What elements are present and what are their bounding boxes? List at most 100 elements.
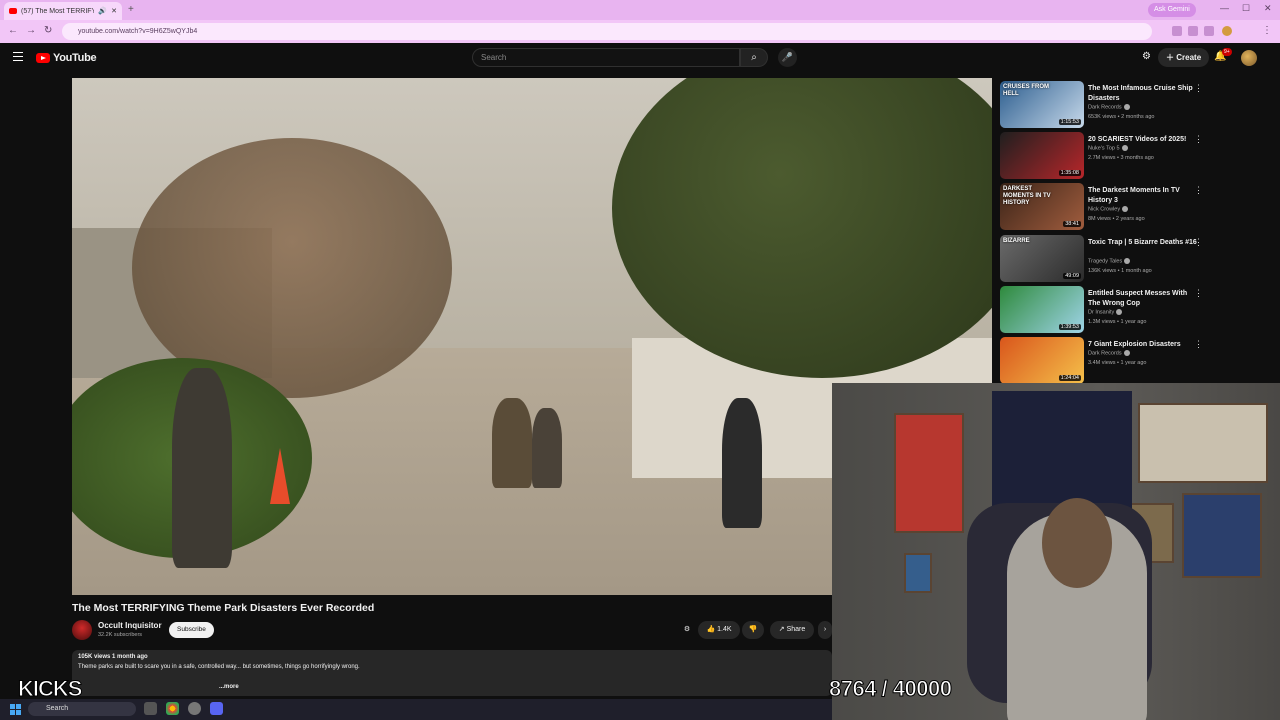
obs-icon[interactable] bbox=[188, 702, 201, 715]
recommendation-item[interactable]: CRUISES FROM HELL 1:15:53 The Most Infamou… bbox=[1000, 81, 1270, 131]
minimize-icon[interactable]: — bbox=[1220, 3, 1229, 13]
youtube-logo[interactable]: YouTube bbox=[36, 52, 97, 64]
recommendation-item[interactable]: BIZARRE 49:09 Toxic Trap | 5 Bizarre Death… bbox=[1000, 235, 1270, 285]
sidepanel-icon[interactable] bbox=[1204, 26, 1214, 36]
recommendation-thumbnail[interactable]: DARKEST MOMENTS IN TV HISTORY 38:41 bbox=[1000, 183, 1084, 230]
chrome-icon[interactable] bbox=[166, 702, 179, 715]
recommendation-title[interactable]: Entitled Suspect Messes With The Wrong C… bbox=[1088, 289, 1200, 309]
youtube-header: YouTube Search ⌕ 🎤 ⚙ ＋ Create 🔔 9+ bbox=[0, 43, 1280, 75]
ask-gemini-button[interactable]: Ask Gemini bbox=[1148, 3, 1196, 17]
subscriber-count: 32.2K subscribers bbox=[98, 632, 143, 638]
new-tab-button[interactable]: + bbox=[128, 4, 134, 15]
voice-search-button[interactable]: 🎤 bbox=[778, 48, 797, 67]
recommendation-channel[interactable]: Nick Crowley bbox=[1088, 206, 1129, 213]
recommendation-title[interactable]: The Most Infamous Cruise Ship Disasters bbox=[1088, 84, 1200, 104]
discord-icon[interactable] bbox=[210, 702, 223, 715]
more-options-icon[interactable]: ⋮ bbox=[1194, 185, 1203, 196]
microphone-icon: 🎤 bbox=[781, 52, 794, 62]
back-icon[interactable]: ← bbox=[8, 25, 18, 36]
recommendation-meta: 3.4M views • 1 year ago bbox=[1088, 360, 1147, 366]
reload-icon[interactable]: ↻ bbox=[44, 25, 52, 36]
video-frame-person bbox=[722, 398, 762, 528]
share-button[interactable]: ↗ Share bbox=[770, 621, 814, 639]
windows-start-icon[interactable] bbox=[10, 704, 21, 715]
recommendation-title[interactable]: 7 Giant Explosion Disasters bbox=[1088, 340, 1200, 350]
create-label: Create bbox=[1176, 53, 1202, 62]
search-button[interactable]: ⌕ bbox=[740, 48, 768, 67]
search-input[interactable]: Search bbox=[472, 48, 740, 67]
recommendation-thumbnail[interactable]: 1:35:08 bbox=[1000, 132, 1084, 179]
video-duration: 49:09 bbox=[1063, 273, 1081, 279]
join-icon[interactable]: ⚙ bbox=[678, 621, 696, 639]
share-label: Share bbox=[786, 626, 806, 633]
youtube-wordmark: YouTube bbox=[53, 52, 97, 64]
recommendation-item[interactable]: DARKEST MOMENTS IN TV HISTORY 38:41 The Da… bbox=[1000, 183, 1270, 233]
search-icon: ⌕ bbox=[751, 52, 757, 63]
dislike-button[interactable]: 👎 bbox=[742, 621, 764, 639]
recommendation-item[interactable]: 1:39:53 Entitled Suspect Messes With The … bbox=[1000, 286, 1270, 336]
recommendation-channel[interactable]: Dark Records bbox=[1088, 104, 1130, 110]
recommendation-channel[interactable]: Dr Insanity bbox=[1088, 309, 1123, 316]
recommendation-channel-name: Nuke's Top 5 bbox=[1088, 145, 1120, 152]
recommendation-channel-name: Nick Crowley bbox=[1088, 206, 1121, 213]
description-box[interactable] bbox=[72, 650, 832, 696]
more-options-icon[interactable]: ⋮ bbox=[1194, 288, 1203, 299]
recommendation-item[interactable]: 1:35:08 20 SCARIEST Videos of 2025! Nuke's… bbox=[1000, 132, 1270, 182]
recommendation-channel[interactable]: Nuke's Top 5 bbox=[1088, 145, 1128, 151]
menu-icon[interactable] bbox=[13, 52, 23, 61]
recommendation-thumbnail[interactable]: 1:24:04 bbox=[1000, 337, 1084, 384]
video-duration: 1:39:53 bbox=[1058, 324, 1081, 330]
more-options-icon[interactable]: ⋮ bbox=[1194, 339, 1203, 350]
verified-icon bbox=[1121, 145, 1128, 151]
recommendation-channel[interactable]: Dark Records bbox=[1088, 350, 1130, 356]
video-duration: 1:15:53 bbox=[1058, 119, 1081, 125]
recommendation-channel-name: Dark Records bbox=[1088, 104, 1122, 111]
tab-close-icon[interactable]: ✕ bbox=[111, 7, 117, 15]
recommendation-thumbnail[interactable]: 1:39:53 bbox=[1000, 286, 1084, 333]
tab-audio-icon[interactable]: 🔊 bbox=[98, 7, 107, 15]
extension-icon[interactable] bbox=[1172, 26, 1182, 36]
subscribe-button[interactable]: Subscribe bbox=[169, 622, 214, 638]
recommendation-channel[interactable]: Tragedy Tales bbox=[1088, 258, 1131, 264]
extensions-puzzle-icon[interactable] bbox=[1188, 26, 1198, 36]
profile-avatar[interactable] bbox=[1222, 26, 1232, 36]
more-options-icon[interactable]: ⋮ bbox=[1194, 237, 1203, 248]
more-options-icon[interactable]: ⋮ bbox=[1194, 83, 1203, 94]
more-actions-icon[interactable]: › bbox=[818, 621, 832, 639]
recommendation-title[interactable]: 20 SCARIEST Videos of 2025! bbox=[1088, 135, 1200, 145]
recommendation-meta: 1.3M views • 1 year ago bbox=[1088, 319, 1147, 325]
recommendation-title[interactable]: The Darkest Moments In TV History 3 bbox=[1088, 186, 1200, 206]
verified-icon bbox=[1123, 104, 1130, 110]
create-button[interactable]: ＋ Create bbox=[1158, 48, 1210, 67]
video-duration: 1:24:04 bbox=[1058, 375, 1081, 381]
description-more-link[interactable]: ...more bbox=[219, 684, 239, 690]
like-button[interactable]: 👍 1.4K bbox=[698, 621, 740, 639]
video-duration: 1:35:08 bbox=[1058, 170, 1081, 176]
video-frame-person bbox=[532, 408, 562, 488]
channel-name[interactable]: Occult Inquisitor bbox=[98, 621, 162, 630]
like-count: 1.4K bbox=[717, 626, 732, 633]
window-close-icon[interactable]: ✕ bbox=[1264, 3, 1272, 14]
webcam-poster bbox=[894, 413, 964, 533]
kicks-counter: 8764 / 40000 bbox=[828, 676, 952, 702]
settings-gear-icon[interactable]: ⚙ bbox=[1142, 51, 1151, 62]
address-bar[interactable]: youtube.com/watch?v=9H6Z5wQYJb4 bbox=[62, 23, 1152, 40]
recommendation-thumbnail[interactable]: BIZARRE 49:09 bbox=[1000, 235, 1084, 282]
maximize-icon[interactable]: ☐ bbox=[1242, 3, 1250, 14]
user-avatar[interactable] bbox=[1241, 50, 1257, 66]
more-options-icon[interactable]: ⋮ bbox=[1194, 134, 1203, 145]
recommendation-channel-name: Dr Insanity bbox=[1088, 309, 1115, 316]
recommendation-thumbnail[interactable]: CRUISES FROM HELL 1:15:53 bbox=[1000, 81, 1084, 128]
recommendation-item[interactable]: 1:24:04 7 Giant Explosion Disasters Dark R… bbox=[1000, 337, 1270, 387]
recommendation-meta: 2.7M views • 3 months ago bbox=[1088, 155, 1154, 161]
browser-tab[interactable]: (57) The Most TERRIFYING 🔊 ✕ bbox=[4, 2, 122, 20]
task-view-icon[interactable] bbox=[144, 702, 157, 715]
youtube-favicon-icon bbox=[9, 8, 17, 14]
taskbar-search[interactable]: Search bbox=[28, 702, 136, 716]
recommendation-title[interactable]: Toxic Trap | 5 Bizarre Deaths #16 bbox=[1088, 238, 1200, 248]
webcam-poster bbox=[904, 553, 932, 593]
browser-menu-icon[interactable]: ⋮ bbox=[1262, 25, 1272, 36]
channel-avatar[interactable] bbox=[72, 620, 92, 640]
recommendation-channel-name: Dark Records bbox=[1088, 350, 1122, 357]
forward-icon[interactable]: → bbox=[26, 25, 36, 36]
